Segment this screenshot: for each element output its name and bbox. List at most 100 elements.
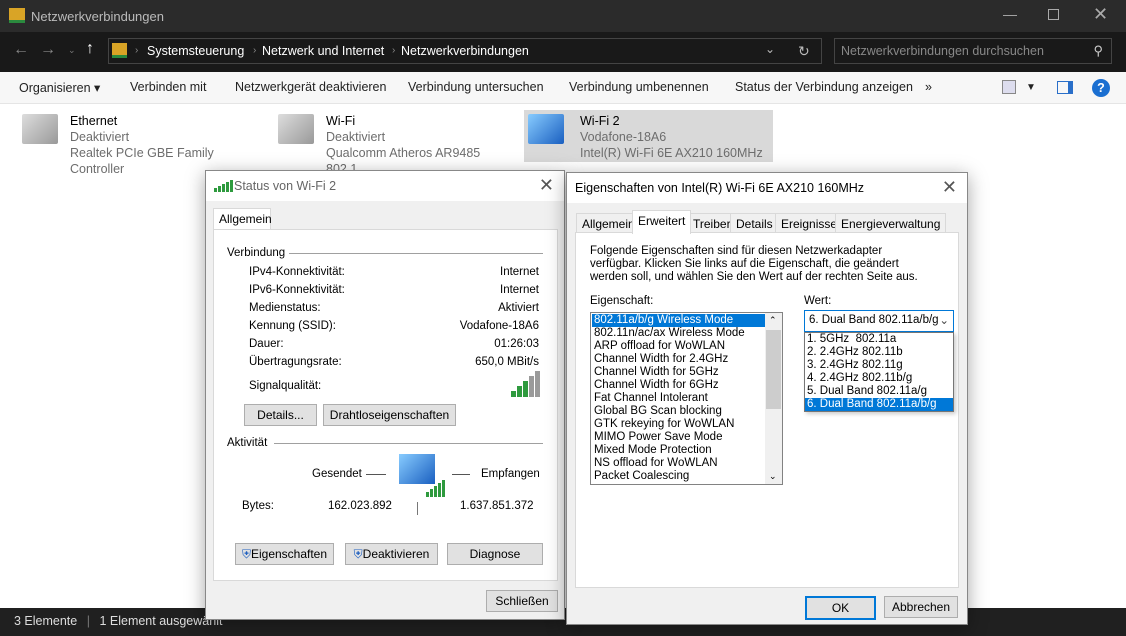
description-text: Folgende Eigenschaften sind für diesen N… <box>590 245 918 283</box>
chevron-right-icon: › <box>135 45 139 56</box>
ok-button[interactable]: OK <box>805 596 876 620</box>
selection-count: 1 Element ausgewählt <box>99 614 223 628</box>
help-icon[interactable]: ? <box>1092 79 1110 97</box>
more-button[interactable]: » <box>925 80 932 94</box>
property-item[interactable]: Channel Width for 2.4GHz <box>592 353 766 366</box>
property-item[interactable]: Global BG Scan blocking <box>592 405 766 418</box>
forward-button[interactable]: → <box>40 41 56 59</box>
cancel-button[interactable]: Abbrechen <box>884 596 958 618</box>
value-option[interactable]: 3. 2.4GHz 802.11g <box>805 359 953 372</box>
tab-ereignisse[interactable]: Ereignisse <box>775 213 844 234</box>
property-list[interactable]: 802.11a/b/g Wireless Mode 802.11n/ac/ax W… <box>590 312 783 485</box>
value-option[interactable]: 6. Dual Band 802.11a/b/g <box>805 398 953 411</box>
address-row: ← → ⌄ ↑ › Systemsteuerung › Netzwerk und… <box>0 32 1126 72</box>
property-item[interactable]: GTK rekeying for WoWLAN <box>592 418 766 431</box>
scroll-down-icon[interactable]: ⌄ <box>769 471 777 482</box>
value-dropdown[interactable]: 6. Dual Band 802.11a/b/g ⌄ <box>804 310 954 332</box>
command-bar: Organisieren ▾ Verbinden mit Netzwerkger… <box>0 72 1126 104</box>
view-options-icon[interactable] <box>1002 80 1016 94</box>
scroll-up-icon[interactable]: ⌃ <box>769 315 777 326</box>
recent-chevron-icon[interactable]: ⌄ <box>68 45 76 56</box>
search-input[interactable]: Netzwerkverbindungen durchsuchen ⚲ <box>834 38 1112 64</box>
property-item[interactable]: Channel Width for 5GHz <box>592 366 766 379</box>
value-option[interactable]: 4. 2.4GHz 802.11b/g <box>805 372 953 385</box>
view-status-button[interactable]: Status der Verbindung anzeigen <box>735 80 913 94</box>
property-item[interactable]: ARP offload for WoWLAN <box>592 340 766 353</box>
signal-bar <box>517 386 522 397</box>
connection-name: Ethernet <box>70 114 118 128</box>
connection-status: Deaktiviert <box>326 130 386 144</box>
wifi-adapter-icon <box>278 114 314 144</box>
diagnose-button[interactable]: Diagnose <box>447 543 543 565</box>
maximize-button[interactable] <box>1048 9 1059 20</box>
info-row: IPv4-Konnektivität: Internet <box>249 266 539 278</box>
dialog-title: Eigenschaften von Intel(R) Wi-Fi 6E AX21… <box>575 181 865 195</box>
chevron-down-icon[interactable]: ⌄ <box>939 313 949 327</box>
close-icon[interactable]: ✕ <box>942 177 957 198</box>
property-item[interactable]: Fat Channel Intolerant <box>592 392 766 405</box>
connection-wifi[interactable]: Wi-Fi Deaktiviert Qualcomm Atheros AR948… <box>274 110 524 176</box>
signal-bar <box>535 371 540 397</box>
chevron-down-icon[interactable]: ▼ <box>1026 82 1036 93</box>
signal-icon <box>214 180 233 192</box>
refresh-icon[interactable]: ↻ <box>798 43 810 60</box>
value-options-list[interactable]: 1. 5GHz 802.11a 2. 2.4GHz 802.11b 3. 2.4GH… <box>804 332 954 412</box>
info-row: Kennung (SSID): Vodafone-18A6 <box>249 320 539 332</box>
tab-energieverwaltung[interactable]: Energieverwaltung <box>835 213 947 234</box>
breadcrumb-netzwerkverbindungen[interactable]: Netzwerkverbindungen <box>401 44 529 58</box>
ethernet-adapter-icon <box>22 114 58 144</box>
connection-name: Wi-Fi <box>326 114 356 128</box>
info-row: Medienstatus: Aktiviert <box>249 302 539 314</box>
signal-icon <box>426 480 445 497</box>
tab-details[interactable]: Details <box>730 213 779 234</box>
info-row: Dauer: 01:26:03 <box>249 338 539 350</box>
details-button[interactable]: Details... <box>244 404 317 426</box>
property-item[interactable]: Mixed Mode Protection <box>592 444 766 457</box>
connect-to-button[interactable]: Verbinden mit <box>130 80 206 94</box>
property-item[interactable]: 802.11n/ac/ax Wireless Mode <box>592 327 766 340</box>
wireless-properties-button[interactable]: Drahtloseigenschaften <box>323 404 456 426</box>
property-item[interactable]: NS offload for WoWLAN <box>592 457 766 470</box>
property-item[interactable]: Packet Coalescing <box>592 470 766 483</box>
property-item[interactable]: Channel Width for 6GHz <box>592 379 766 392</box>
close-button[interactable]: ✕ <box>1093 4 1108 25</box>
value-option[interactable]: 1. 5GHz 802.11a <box>805 333 953 346</box>
minimize-button[interactable]: — <box>1003 6 1017 22</box>
search-icon[interactable]: ⚲ <box>1093 43 1103 59</box>
connection-wifi-2[interactable]: Wi-Fi 2 Vodafone-18A6 Intel(R) Wi-Fi 6E … <box>524 110 773 162</box>
rename-connection-button[interactable]: Verbindung umbenennen <box>569 80 709 94</box>
connection-status: Deaktiviert <box>70 130 130 144</box>
properties-button[interactable]: ⛨Eigenschaften <box>235 543 334 565</box>
disable-device-button[interactable]: Netzwerkgerät deaktivieren <box>235 80 386 94</box>
tab-allgemein[interactable]: Allgemein <box>213 208 272 229</box>
connection-device: Intel(R) Wi-Fi 6E AX210 160MHz <box>580 146 763 160</box>
status-dialog: Status von Wi-Fi 2 ✕ Allgemein Verbindun… <box>205 170 565 620</box>
list-scrollbar[interactable]: ⌃ ⌄ <box>765 313 782 484</box>
dialog-title-bar: Status von Wi-Fi 2 ✕ <box>206 171 564 201</box>
address-bar[interactable]: › Systemsteuerung › Netzwerk und Interne… <box>108 38 822 64</box>
info-row: IPv6-Konnektivität: Internet <box>249 284 539 296</box>
value-option[interactable]: 2. 2.4GHz 802.11b <box>805 346 953 359</box>
property-item[interactable]: 802.11a/b/g Wireless Mode <box>592 314 766 327</box>
property-item[interactable]: MIMO Power Save Mode <box>592 431 766 444</box>
address-dropdown-icon[interactable]: ⌄ <box>765 42 775 56</box>
connection-ethernet[interactable]: Ethernet Deaktiviert Realtek PCIe GBE Fa… <box>18 110 268 176</box>
tab-allgemein[interactable]: Allgemein <box>576 213 641 234</box>
title-bar: Netzwerkverbindungen — ✕ <box>0 0 1126 32</box>
value-option[interactable]: 5. Dual Band 802.11a/g <box>805 385 953 398</box>
tab-erweitert[interactable]: Erweitert <box>632 210 692 234</box>
disable-button[interactable]: ⛨Deaktivieren <box>345 543 438 565</box>
wifi-adapter-icon <box>528 114 564 144</box>
scrollbar-thumb[interactable] <box>766 330 781 409</box>
close-dialog-button[interactable]: Schließen <box>486 590 558 612</box>
up-button[interactable]: ↑ <box>86 40 94 58</box>
breadcrumb-systemsteuerung[interactable]: Systemsteuerung <box>147 44 244 58</box>
organize-menu[interactable]: Organisieren ▾ <box>19 80 100 95</box>
adapter-properties-dialog: Eigenschaften von Intel(R) Wi-Fi 6E AX21… <box>566 172 968 625</box>
close-icon[interactable]: ✕ <box>539 175 554 196</box>
breadcrumb-netzwerk[interactable]: Netzwerk und Internet <box>262 44 384 58</box>
back-button[interactable]: ← <box>13 41 29 59</box>
preview-pane-icon[interactable] <box>1057 81 1073 94</box>
network-folder-icon <box>9 8 25 23</box>
diagnose-connection-button[interactable]: Verbindung untersuchen <box>408 80 544 94</box>
